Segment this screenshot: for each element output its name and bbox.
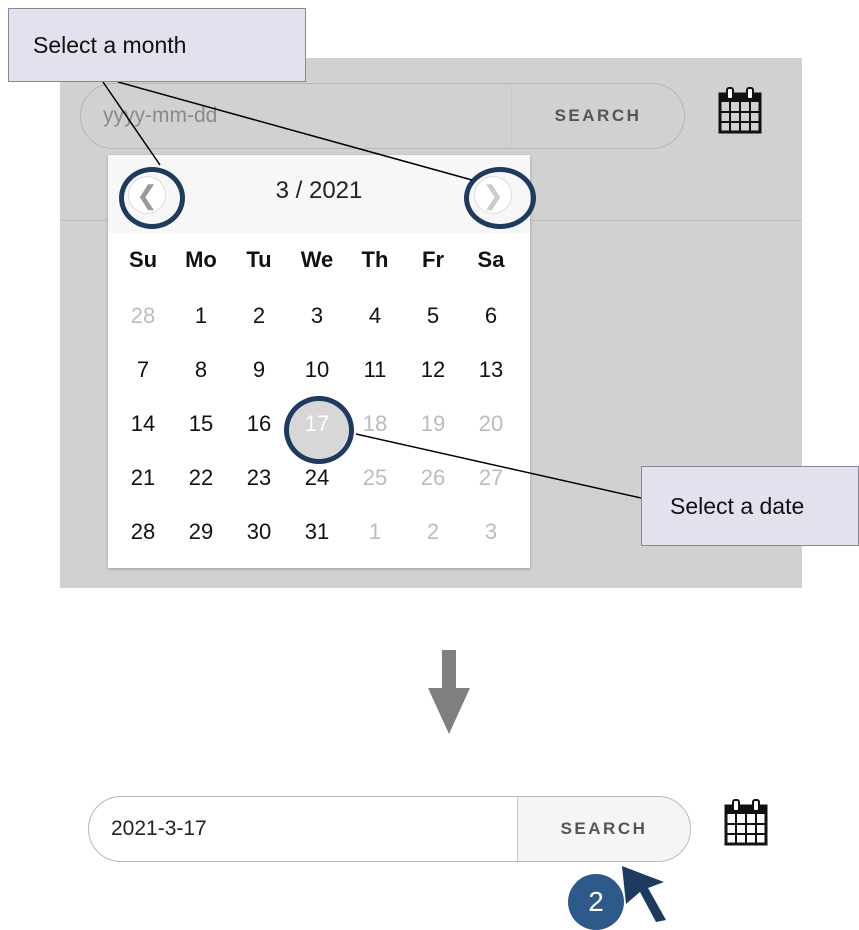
calendar-day[interactable]: 14	[114, 411, 172, 465]
selected-day[interactable]: 17	[288, 411, 346, 465]
cursor-icon	[622, 866, 666, 922]
calendar-day[interactable]: 20	[462, 411, 520, 465]
calendar-day[interactable]: 24	[288, 465, 346, 519]
calendar-day[interactable]: 1	[346, 519, 404, 573]
calendar-day[interactable]: 5	[404, 303, 462, 357]
calendar-day[interactable]: 8	[172, 357, 230, 411]
calendar-day[interactable]: 13	[462, 357, 520, 411]
weekday-label: Tu	[246, 247, 272, 272]
calendar-day[interactable]: 31	[288, 519, 346, 573]
calendar-day[interactable]: 16	[230, 411, 288, 465]
calendar-day[interactable]: 27	[462, 465, 520, 519]
weekday-label: Su	[128, 247, 158, 272]
calendar-day[interactable]: 25	[346, 465, 404, 519]
callout-select-date: Select a date	[641, 466, 859, 546]
calendar-day[interactable]: 6	[462, 303, 520, 357]
calendar-day[interactable]: 3	[288, 303, 346, 357]
calendar-day[interactable]: 29	[172, 519, 230, 573]
date-input-filled[interactable]: 2021-3-17	[89, 797, 517, 861]
calendar-day[interactable]: 21	[114, 465, 172, 519]
arrow-down-icon	[428, 688, 470, 734]
calendar-day[interactable]: 7	[114, 357, 172, 411]
calendar-day[interactable]: 26	[404, 465, 462, 519]
day-grid: 28 1 2 3 4 5 6 7 8 9 10 11 12 13 14 15 1…	[108, 303, 536, 573]
callout-select-month: Select a month	[8, 8, 306, 82]
search-button[interactable]: SEARCH	[511, 84, 684, 148]
calendar-day[interactable]: 2	[230, 303, 288, 357]
weekday-label: Th	[361, 247, 389, 272]
search-button[interactable]: SEARCH	[517, 797, 690, 861]
weekday-row: Su Mo Tu We Th Fr Sa	[108, 247, 536, 273]
calendar-day[interactable]: 4	[346, 303, 404, 357]
annotation-ring-prev	[119, 167, 185, 229]
calendar-day[interactable]: 11	[346, 357, 404, 411]
annotation-ring-next	[464, 167, 536, 229]
calendar-day[interactable]: 19	[404, 411, 462, 465]
calendar-day[interactable]: 18	[346, 411, 404, 465]
calendar-day[interactable]: 2	[404, 519, 462, 573]
calendar-day[interactable]: 3	[462, 519, 520, 573]
calendar-icon[interactable]	[724, 798, 768, 851]
calendar-day[interactable]: 23	[230, 465, 288, 519]
date-input[interactable]: yyyy-mm-dd	[81, 84, 511, 148]
calendar-day[interactable]: 9	[230, 357, 288, 411]
calendar-day[interactable]: 28	[114, 519, 172, 573]
calendar-day[interactable]: 1	[172, 303, 230, 357]
calendar-day[interactable]: 15	[172, 411, 230, 465]
calendar-day[interactable]: 28	[114, 303, 172, 357]
calendar-icon[interactable]	[718, 86, 762, 139]
calendar-day[interactable]: 12	[404, 357, 462, 411]
top-search-group: yyyy-mm-dd SEARCH	[80, 83, 685, 149]
calendar-day[interactable]: 22	[172, 465, 230, 519]
weekday-label: Mo	[185, 247, 217, 272]
weekday-label: Fr	[422, 247, 444, 272]
weekday-label: Sa	[477, 247, 505, 272]
calendar-day[interactable]: 30	[230, 519, 288, 573]
bottom-search-group: 2021-3-17 SEARCH	[88, 796, 691, 862]
flow-arrow-shaft	[442, 650, 456, 690]
weekday-label: We	[300, 247, 334, 272]
